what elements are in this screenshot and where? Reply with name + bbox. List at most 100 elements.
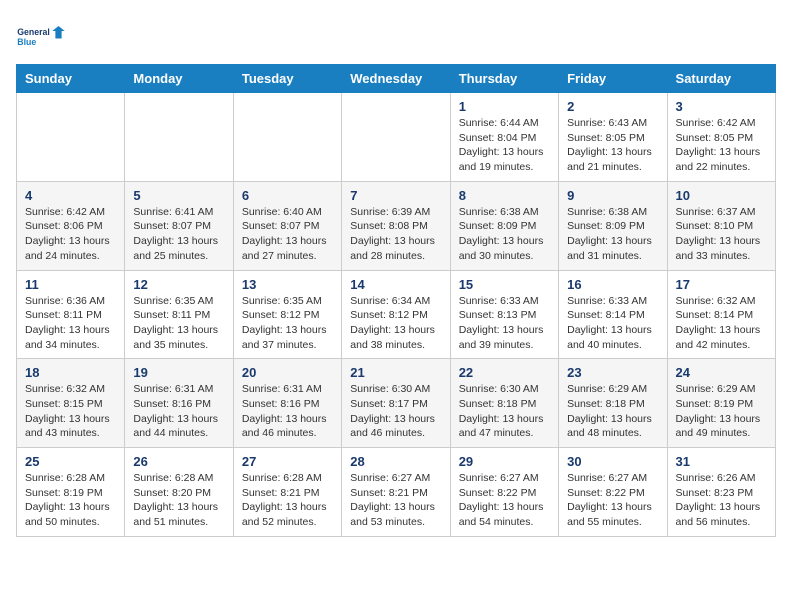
day-info: Sunrise: 6:37 AMSunset: 8:10 PMDaylight:… xyxy=(676,205,767,264)
calendar-cell: 16 Sunrise: 6:33 AMSunset: 8:14 PMDayligh… xyxy=(559,270,667,359)
calendar-cell: 6 Sunrise: 6:40 AMSunset: 8:07 PMDaylight… xyxy=(233,181,341,270)
day-number: 8 xyxy=(459,188,550,203)
calendar-cell: 20 Sunrise: 6:31 AMSunset: 8:16 PMDayligh… xyxy=(233,359,341,448)
calendar-cell: 4 Sunrise: 6:42 AMSunset: 8:06 PMDaylight… xyxy=(17,181,125,270)
day-info: Sunrise: 6:42 AMSunset: 8:05 PMDaylight:… xyxy=(676,116,767,175)
day-info: Sunrise: 6:28 AMSunset: 8:20 PMDaylight:… xyxy=(133,471,224,530)
calendar-week-row: 4 Sunrise: 6:42 AMSunset: 8:06 PMDaylight… xyxy=(17,181,776,270)
calendar-cell: 23Sunrise: 6:29 AMSunset: 8:18 PMDayligh… xyxy=(559,359,667,448)
day-info: Sunrise: 6:27 AMSunset: 8:22 PMDaylight:… xyxy=(459,471,550,530)
calendar-week-row: 18 Sunrise: 6:32 AMSunset: 8:15 PMDayligh… xyxy=(17,359,776,448)
day-info: Sunrise: 6:41 AMSunset: 8:07 PMDaylight:… xyxy=(133,205,224,264)
day-number: 26 xyxy=(133,454,224,469)
calendar-cell: 10 Sunrise: 6:37 AMSunset: 8:10 PMDayligh… xyxy=(667,181,775,270)
day-number: 20 xyxy=(242,365,333,380)
day-info: Sunrise: 6:31 AMSunset: 8:16 PMDaylight:… xyxy=(242,382,333,441)
calendar-cell: 17 Sunrise: 6:32 AMSunset: 8:14 PMDayligh… xyxy=(667,270,775,359)
day-number: 16 xyxy=(567,277,658,292)
day-number: 18 xyxy=(25,365,116,380)
day-number: 30 xyxy=(567,454,658,469)
day-number: 31 xyxy=(676,454,767,469)
logo-svg: General Blue xyxy=(16,16,66,56)
day-info: Sunrise: 6:40 AMSunset: 8:07 PMDaylight:… xyxy=(242,205,333,264)
day-info: Sunrise: 6:43 AMSunset: 8:05 PMDaylight:… xyxy=(567,116,658,175)
calendar-cell: 15Sunrise: 6:33 AMSunset: 8:13 PMDayligh… xyxy=(450,270,558,359)
calendar-cell: 13Sunrise: 6:35 AMSunset: 8:12 PMDayligh… xyxy=(233,270,341,359)
calendar-cell xyxy=(17,93,125,182)
calendar-header-row: SundayMondayTuesdayWednesdayThursdayFrid… xyxy=(17,65,776,93)
day-info: Sunrise: 6:33 AMSunset: 8:13 PMDaylight:… xyxy=(459,294,550,353)
day-info: Sunrise: 6:38 AMSunset: 8:09 PMDaylight:… xyxy=(567,205,658,264)
day-number: 11 xyxy=(25,277,116,292)
calendar-cell: 1 Sunrise: 6:44 AMSunset: 8:04 PMDaylight… xyxy=(450,93,558,182)
calendar-cell: 29 Sunrise: 6:27 AMSunset: 8:22 PMDayligh… xyxy=(450,448,558,537)
calendar-cell: 18 Sunrise: 6:32 AMSunset: 8:15 PMDayligh… xyxy=(17,359,125,448)
calendar-cell: 21Sunrise: 6:30 AMSunset: 8:17 PMDayligh… xyxy=(342,359,450,448)
calendar-cell xyxy=(342,93,450,182)
day-number: 19 xyxy=(133,365,224,380)
calendar-cell: 3 Sunrise: 6:42 AMSunset: 8:05 PMDaylight… xyxy=(667,93,775,182)
day-number: 6 xyxy=(242,188,333,203)
day-info: Sunrise: 6:32 AMSunset: 8:15 PMDaylight:… xyxy=(25,382,116,441)
day-info: Sunrise: 6:26 AMSunset: 8:23 PMDaylight:… xyxy=(676,471,767,530)
calendar-week-row: 11 Sunrise: 6:36 AMSunset: 8:11 PMDayligh… xyxy=(17,270,776,359)
day-info: Sunrise: 6:27 AMSunset: 8:21 PMDaylight:… xyxy=(350,471,441,530)
calendar-header-monday: Monday xyxy=(125,65,233,93)
calendar-header-saturday: Saturday xyxy=(667,65,775,93)
day-number: 4 xyxy=(25,188,116,203)
calendar-cell: 30Sunrise: 6:27 AMSunset: 8:22 PMDayligh… xyxy=(559,448,667,537)
day-number: 23 xyxy=(567,365,658,380)
day-number: 28 xyxy=(350,454,441,469)
calendar-cell: 22 Sunrise: 6:30 AMSunset: 8:18 PMDayligh… xyxy=(450,359,558,448)
day-number: 17 xyxy=(676,277,767,292)
svg-text:General: General xyxy=(17,27,50,37)
day-number: 24 xyxy=(676,365,767,380)
calendar-week-row: 25 Sunrise: 6:28 AMSunset: 8:19 PMDayligh… xyxy=(17,448,776,537)
calendar-header-friday: Friday xyxy=(559,65,667,93)
calendar-cell: 26 Sunrise: 6:28 AMSunset: 8:20 PMDayligh… xyxy=(125,448,233,537)
day-info: Sunrise: 6:28 AMSunset: 8:21 PMDaylight:… xyxy=(242,471,333,530)
day-info: Sunrise: 6:34 AMSunset: 8:12 PMDaylight:… xyxy=(350,294,441,353)
logo: General Blue xyxy=(16,16,66,56)
day-number: 1 xyxy=(459,99,550,114)
calendar-cell: 24 Sunrise: 6:29 AMSunset: 8:19 PMDayligh… xyxy=(667,359,775,448)
day-number: 5 xyxy=(133,188,224,203)
calendar-header-sunday: Sunday xyxy=(17,65,125,93)
day-info: Sunrise: 6:38 AMSunset: 8:09 PMDaylight:… xyxy=(459,205,550,264)
page-header: General Blue xyxy=(16,16,776,56)
day-info: Sunrise: 6:29 AMSunset: 8:19 PMDaylight:… xyxy=(676,382,767,441)
day-number: 14 xyxy=(350,277,441,292)
day-number: 2 xyxy=(567,99,658,114)
calendar-cell: 7Sunrise: 6:39 AMSunset: 8:08 PMDaylight… xyxy=(342,181,450,270)
day-info: Sunrise: 6:31 AMSunset: 8:16 PMDaylight:… xyxy=(133,382,224,441)
calendar-header-tuesday: Tuesday xyxy=(233,65,341,93)
day-info: Sunrise: 6:30 AMSunset: 8:18 PMDaylight:… xyxy=(459,382,550,441)
day-info: Sunrise: 6:42 AMSunset: 8:06 PMDaylight:… xyxy=(25,205,116,264)
calendar-cell: 14 Sunrise: 6:34 AMSunset: 8:12 PMDayligh… xyxy=(342,270,450,359)
calendar-cell xyxy=(125,93,233,182)
calendar-header-wednesday: Wednesday xyxy=(342,65,450,93)
day-info: Sunrise: 6:30 AMSunset: 8:17 PMDaylight:… xyxy=(350,382,441,441)
calendar-cell: 31 Sunrise: 6:26 AMSunset: 8:23 PMDayligh… xyxy=(667,448,775,537)
calendar-cell: 19 Sunrise: 6:31 AMSunset: 8:16 PMDayligh… xyxy=(125,359,233,448)
day-info: Sunrise: 6:39 AMSunset: 8:08 PMDaylight:… xyxy=(350,205,441,264)
calendar-cell: 25 Sunrise: 6:28 AMSunset: 8:19 PMDayligh… xyxy=(17,448,125,537)
svg-text:Blue: Blue xyxy=(17,37,36,47)
day-info: Sunrise: 6:35 AMSunset: 8:12 PMDaylight:… xyxy=(242,294,333,353)
day-number: 10 xyxy=(676,188,767,203)
day-number: 3 xyxy=(676,99,767,114)
day-number: 29 xyxy=(459,454,550,469)
day-info: Sunrise: 6:44 AMSunset: 8:04 PMDaylight:… xyxy=(459,116,550,175)
calendar-cell: 11 Sunrise: 6:36 AMSunset: 8:11 PMDayligh… xyxy=(17,270,125,359)
day-number: 22 xyxy=(459,365,550,380)
day-info: Sunrise: 6:36 AMSunset: 8:11 PMDaylight:… xyxy=(25,294,116,353)
calendar-cell: 12Sunrise: 6:35 AMSunset: 8:11 PMDayligh… xyxy=(125,270,233,359)
day-info: Sunrise: 6:35 AMSunset: 8:11 PMDaylight:… xyxy=(133,294,224,353)
day-info: Sunrise: 6:33 AMSunset: 8:14 PMDaylight:… xyxy=(567,294,658,353)
day-number: 25 xyxy=(25,454,116,469)
calendar-cell: 2 Sunrise: 6:43 AMSunset: 8:05 PMDaylight… xyxy=(559,93,667,182)
calendar-table: SundayMondayTuesdayWednesdayThursdayFrid… xyxy=(16,64,776,537)
calendar-cell: 27Sunrise: 6:28 AMSunset: 8:21 PMDayligh… xyxy=(233,448,341,537)
day-info: Sunrise: 6:28 AMSunset: 8:19 PMDaylight:… xyxy=(25,471,116,530)
day-info: Sunrise: 6:32 AMSunset: 8:14 PMDaylight:… xyxy=(676,294,767,353)
